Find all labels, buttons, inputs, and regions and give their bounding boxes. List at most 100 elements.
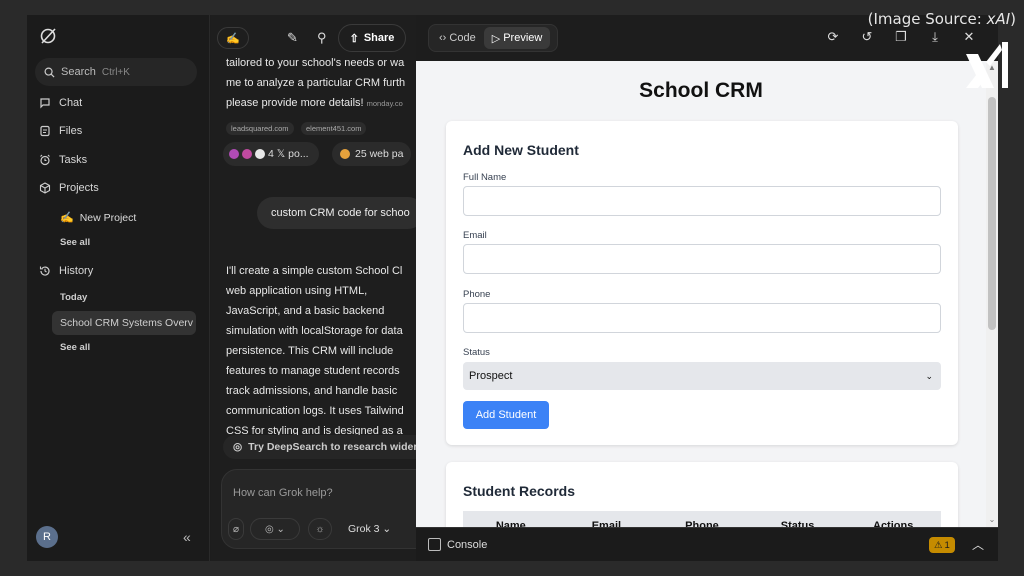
column-header: Actions: [873, 520, 914, 527]
download-icon[interactable]: ⤓: [927, 29, 943, 45]
table-header: Name Email Phone Status Actions: [463, 511, 941, 527]
think-icon[interactable]: ☼: [308, 518, 332, 540]
phone-field[interactable]: [463, 303, 941, 333]
sidebar-item-new-project[interactable]: ✍ New Project: [60, 211, 136, 225]
deepsearch-icon: ◎: [233, 441, 243, 453]
sidebar-item-label: Chat: [59, 97, 83, 109]
pen-icon: ✍: [60, 212, 74, 224]
column-header: Phone: [685, 520, 719, 527]
email-label: Email: [463, 230, 487, 241]
console-icon: [428, 538, 441, 551]
warning-badge[interactable]: ⚠ 1: [929, 537, 955, 553]
see-all-projects-link[interactable]: See all: [60, 237, 90, 248]
conversation-edit-button[interactable]: ✍: [217, 27, 249, 49]
chat-icon: [40, 98, 50, 109]
sidebar-item-label: Tasks: [59, 154, 88, 166]
image-source-caption: (Image Source: xAI): [867, 10, 1016, 28]
deepsearch-suggestion[interactable]: ◎ Try DeepSearch to research wider: [223, 435, 416, 459]
refresh-icon[interactable]: ⟳: [825, 29, 841, 45]
model-selector[interactable]: Grok 3 ⌄: [348, 523, 391, 535]
share-button[interactable]: ⇧ Share: [338, 24, 406, 52]
chevron-up-icon[interactable]: ︿: [972, 536, 984, 553]
avatar-dot: [242, 149, 252, 159]
deepsearch-toggle[interactable]: ◎ ⌄: [250, 518, 300, 540]
history-group-today: Today: [60, 292, 88, 303]
sidebar-item-projects[interactable]: Projects: [39, 182, 99, 194]
tab-preview[interactable]: ▷ Preview: [483, 27, 551, 49]
search-placeholder: Search: [61, 66, 96, 78]
history-icon: [39, 266, 50, 276]
code-icon: ‹›: [439, 32, 447, 44]
chevron-down-icon: ⌄: [925, 370, 933, 381]
avatar-dot: [229, 149, 239, 159]
search-icon: [44, 67, 55, 78]
student-records-card: Student Records Name Email Phone Status …: [446, 462, 958, 527]
source-tags: leadsquared.com element451.com: [226, 118, 369, 136]
play-icon: ▷: [491, 32, 501, 45]
column-header: Name: [495, 520, 526, 527]
pin-icon[interactable]: ⚲: [317, 30, 327, 46]
sidebar-item-history[interactable]: History: [39, 265, 93, 277]
source-link[interactable]: monday.co: [367, 99, 403, 108]
console-bar[interactable]: Console ⚠ 1 ︿: [416, 527, 998, 561]
page-title: School CRM: [639, 79, 763, 102]
composer-input[interactable]: How can Grok help?: [233, 487, 333, 499]
scroll-down-icon[interactable]: ⌄: [986, 515, 998, 524]
edit-icon[interactable]: ✎: [287, 30, 298, 46]
source-tag[interactable]: element451.com: [301, 122, 367, 135]
sidebar: Search Ctrl+K Chat Files Tasks Projects …: [27, 15, 210, 561]
sidebar-item-label: Files: [59, 125, 83, 137]
sidebar-item-chat[interactable]: Chat: [39, 97, 82, 109]
web-pages-button[interactable]: 25 web pa: [332, 142, 412, 166]
chat-column: ✍ ✎ ⚲ ⇧ Share tailored to your school's …: [211, 15, 416, 561]
user-message: custom CRM code for schoo: [257, 197, 416, 229]
favicon-dot: [340, 149, 350, 159]
upload-icon: ⇧: [349, 32, 359, 45]
status-select[interactable]: Prospect ⌄: [463, 362, 941, 390]
app-preview: School CRM Add New Student Full Name Ema…: [416, 61, 986, 527]
email-field[interactable]: [463, 244, 941, 274]
warning-icon: ⚠: [934, 539, 943, 551]
see-all-history-link[interactable]: See all: [60, 342, 90, 353]
full-name-label: Full Name: [463, 172, 507, 183]
tab-code[interactable]: ‹› Code: [431, 27, 484, 49]
history-item[interactable]: School CRM Systems Overv: [52, 311, 196, 335]
cube-icon: [39, 182, 51, 194]
assistant-message-intro: tailored to your school's needs or wa me…: [226, 57, 406, 109]
xai-logo-icon: [966, 42, 1008, 88]
scroll-thumb[interactable]: [988, 97, 996, 330]
app-window: Search Ctrl+K Chat Files Tasks Projects …: [27, 15, 998, 561]
status-label: Status: [463, 347, 490, 358]
view-toggle: ‹› Code ▷ Preview: [428, 24, 558, 52]
alarm-icon: [40, 154, 50, 166]
add-student-button[interactable]: Add Student: [463, 401, 549, 429]
column-header: Email: [591, 520, 622, 527]
x-posts-button[interactable]: 4 𝕏 po...: [223, 142, 319, 166]
grok-logo-icon[interactable]: [39, 27, 57, 45]
column-header: Status: [780, 520, 815, 527]
avatar-dot: [255, 149, 265, 159]
search-shortcut: Ctrl+K: [101, 66, 130, 78]
sidebar-item-files[interactable]: Files: [39, 125, 82, 137]
files-icon: [40, 125, 50, 137]
card-title: Student Records: [463, 483, 576, 499]
search-input[interactable]: Search Ctrl+K: [35, 58, 197, 86]
source-tag[interactable]: leadsquared.com: [226, 122, 294, 135]
card-title: Add New Student: [463, 142, 579, 158]
console-label: Console: [447, 539, 488, 551]
pen-icon: ✍: [226, 32, 240, 45]
sidebar-item-tasks[interactable]: Tasks: [39, 154, 87, 166]
sidebar-item-label: History: [59, 265, 94, 277]
full-name-field[interactable]: [463, 186, 941, 216]
preview-scrollbar[interactable]: ▲ ⌄: [986, 61, 998, 527]
phone-label: Phone: [463, 289, 491, 300]
assistant-message: I'll create a simple custom School Cl we…: [226, 265, 404, 437]
history-icon[interactable]: ↺: [859, 29, 875, 45]
copy-icon[interactable]: ❐: [893, 29, 909, 45]
message-composer[interactable]: How can Grok help? ⌀ ◎ ⌄ ☼ Grok 3 ⌄: [221, 469, 416, 549]
avatar[interactable]: R: [36, 526, 58, 548]
attach-icon[interactable]: ⌀: [228, 518, 244, 540]
collapse-sidebar-icon[interactable]: «: [183, 529, 191, 545]
artifact-panel: ‹› Code ▷ Preview ⟳ ↺ ❐ ⤓ ✕ School CRM A…: [416, 15, 998, 561]
add-student-card: Add New Student Full Name Email Phone St…: [446, 121, 958, 445]
